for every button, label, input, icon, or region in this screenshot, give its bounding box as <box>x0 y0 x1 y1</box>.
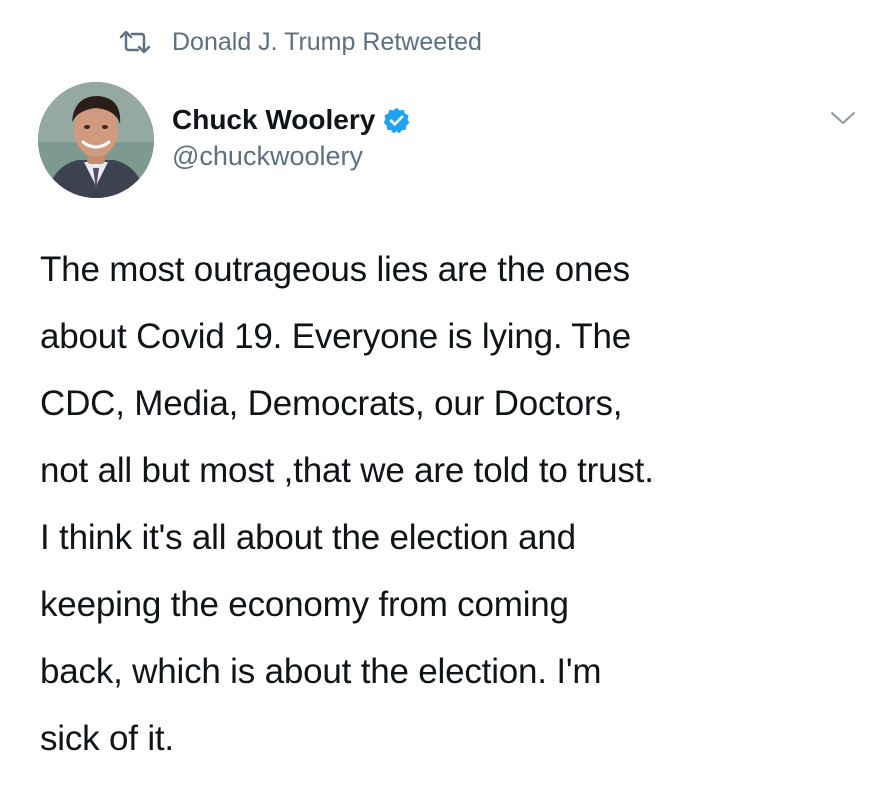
tweet-text-line: CDC, Media, Democrats, our Doctors, <box>40 384 623 423</box>
avatar-image <box>38 82 154 198</box>
retweet-label[interactable]: Donald J. Trump Retweeted <box>172 24 482 60</box>
author-display-name[interactable]: Chuck Woolery <box>172 104 375 136</box>
tweet-text-line: I think it's all about the election and <box>40 518 576 557</box>
tweet-text-line: not all but most ,that we are told to tr… <box>40 451 654 490</box>
retweet-context: Donald J. Trump Retweeted <box>118 24 482 60</box>
tweet-text-line: back, which is about the election. I'm <box>40 652 602 691</box>
author-name-row[interactable]: Chuck Woolery <box>172 100 411 140</box>
chevron-down-icon[interactable] <box>828 106 858 130</box>
retweet-icon <box>118 28 160 56</box>
tweet-text: The most outrageous lies are the ones ab… <box>40 236 870 772</box>
tweet-text-line: keeping the economy from coming <box>40 585 569 624</box>
tweet-text-line: The most outrageous lies are the ones <box>40 250 630 289</box>
tweet-text-line: sick of it. <box>40 719 174 758</box>
avatar[interactable] <box>38 82 154 198</box>
author-handle[interactable]: @chuckwoolery <box>172 141 363 172</box>
verified-badge-icon <box>382 106 411 135</box>
tweet-text-line: about Covid 19. Everyone is lying. The <box>40 317 631 356</box>
